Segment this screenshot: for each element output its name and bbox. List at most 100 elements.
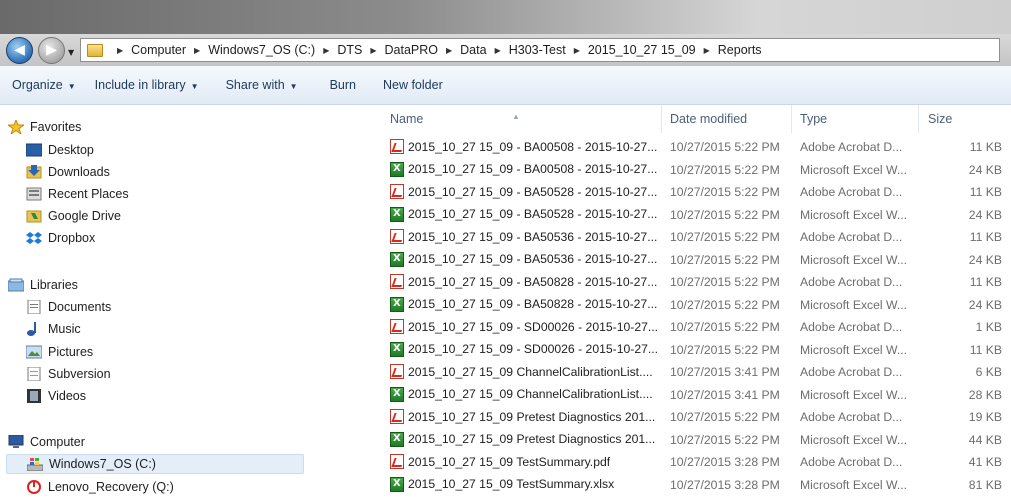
breadcrumb-item[interactable]: Computer: [131, 43, 186, 57]
column-size[interactable]: Size: [928, 112, 952, 126]
file-size: 19 KB: [968, 410, 1002, 424]
file-row[interactable]: 2015_10_27 15_09 ChannelCalibrationList.…: [376, 361, 1011, 383]
file-size: 11 KB: [969, 342, 1002, 357]
breadcrumb-item[interactable]: Windows7_OS (C:): [208, 43, 315, 57]
breadcrumb-separator-icon[interactable]: ▶: [117, 46, 123, 55]
nav-desktop[interactable]: Desktop: [25, 140, 94, 160]
navigation-pane: Favorites Desktop Downloads Recent Place…: [0, 105, 376, 502]
file-row[interactable]: 2015_10_27 15_09 - BA50828 - 2015-10-27.…: [376, 294, 1011, 316]
file-row[interactable]: 2015_10_27 15_09 - BA00508 - 2015-10-27.…: [376, 159, 1011, 181]
breadcrumb-item[interactable]: Reports: [718, 43, 762, 57]
file-name-cell[interactable]: 2015_10_27 15_09 - BA50536 - 2015-10-27.…: [390, 251, 657, 267]
burn-button[interactable]: Burn: [330, 78, 356, 92]
file-name-cell[interactable]: 2015_10_27 15_09 - BA00508 - 2015-10-27.…: [390, 139, 657, 154]
nav-libraries[interactable]: Libraries: [7, 275, 78, 295]
file-name-cell[interactable]: 2015_10_27 15_09 - BA50828 - 2015-10-27.…: [390, 296, 657, 312]
file-type: Microsoft Excel W...: [800, 342, 907, 357]
file-name-cell[interactable]: 2015_10_27 15_09 - BA50528 - 2015-10-27.…: [390, 206, 657, 222]
file-name-cell[interactable]: 2015_10_27 15_09 ChannelCalibrationList.…: [390, 386, 653, 402]
file-row[interactable]: 2015_10_27 15_09 - SD00026 - 2015-10-27.…: [376, 316, 1011, 338]
file-type: Adobe Acrobat D...: [800, 320, 903, 334]
nav-favorites[interactable]: Favorites: [6, 117, 81, 137]
breadcrumb-separator-icon[interactable]: ▶: [495, 46, 501, 55]
file-name-cell[interactable]: 2015_10_27 15_09 TestSummary.pdf: [390, 454, 610, 469]
nav-music[interactable]: Music: [26, 319, 81, 339]
column-name[interactable]: Name: [390, 112, 423, 126]
recovery-drive-icon: [26, 480, 42, 494]
breadcrumb-item[interactable]: DataPRO: [385, 43, 439, 57]
file-name: 2015_10_27 15_09 TestSummary.xlsx: [408, 477, 615, 491]
nav-drive-q[interactable]: Lenovo_Recovery (Q:): [26, 477, 174, 497]
file-name-cell[interactable]: 2015_10_27 15_09 TestSummary.xlsx: [390, 476, 615, 492]
file-row[interactable]: 2015_10_27 15_09 TestSummary.pdf 10/27/20…: [376, 451, 1011, 473]
file-size: 1 KB: [975, 320, 1002, 334]
excel-file-icon: [390, 341, 404, 357]
file-name-cell[interactable]: 2015_10_27 15_09 Pretest Diagnostics 201…: [390, 409, 655, 424]
file-row[interactable]: 2015_10_27 15_09 - SD00026 - 2015-10-27.…: [376, 339, 1011, 361]
breadcrumb-item[interactable]: H303-Test: [509, 43, 566, 57]
breadcrumb-separator-icon[interactable]: ▶: [574, 46, 580, 55]
new-folder-button[interactable]: New folder: [383, 78, 443, 92]
file-name-cell[interactable]: 2015_10_27 15_09 - SD00026 - 2015-10-27.…: [390, 341, 658, 357]
breadcrumb-item[interactable]: 2015_10_27 15_09: [588, 43, 696, 57]
recent-pages-dropdown-icon[interactable]: ▼: [68, 48, 74, 57]
share-with-button[interactable]: Share with ▼: [226, 78, 298, 92]
nav-pictures[interactable]: Pictures: [25, 342, 93, 362]
file-row[interactable]: 2015_10_27 15_09 - BA00508 - 2015-10-27.…: [376, 136, 1011, 158]
file-row[interactable]: 2015_10_27 15_09 - BA50536 - 2015-10-27.…: [376, 226, 1011, 248]
file-row[interactable]: 2015_10_27 15_09 Pretest Diagnostics 201…: [376, 406, 1011, 428]
nav-subversion[interactable]: Subversion: [26, 364, 111, 384]
nav-videos[interactable]: Videos: [26, 386, 86, 406]
nav-recent-places[interactable]: Recent Places: [26, 184, 129, 204]
nav-dropbox[interactable]: Dropbox: [26, 228, 95, 248]
file-size: 44 KB: [968, 432, 1002, 447]
file-date-modified: 10/27/2015 3:41 PM: [670, 387, 780, 402]
file-name-cell[interactable]: 2015_10_27 15_09 - BA50828 - 2015-10-27.…: [390, 274, 657, 289]
file-row[interactable]: 2015_10_27 15_09 - BA50528 - 2015-10-27.…: [376, 181, 1011, 203]
column-type[interactable]: Type: [800, 112, 827, 126]
back-button[interactable]: ◀: [6, 37, 33, 64]
breadcrumb-separator-icon[interactable]: ▶: [323, 46, 329, 55]
downloads-folder-icon: [26, 165, 42, 179]
file-row[interactable]: 2015_10_27 15_09 - BA50528 - 2015-10-27.…: [376, 204, 1011, 226]
file-name-cell[interactable]: 2015_10_27 15_09 - SD00026 - 2015-10-27.…: [390, 319, 658, 334]
file-row[interactable]: 2015_10_27 15_09 Pretest Diagnostics 201…: [376, 429, 1011, 451]
nav-documents[interactable]: Documents: [26, 297, 111, 317]
breadcrumb-item[interactable]: Data: [460, 43, 486, 57]
file-size: 11 KB: [969, 275, 1002, 289]
nav-drive-c[interactable]: Windows7_OS (C:): [6, 454, 304, 474]
file-name-cell[interactable]: 2015_10_27 15_09 - BA00508 - 2015-10-27.…: [390, 161, 657, 177]
file-row[interactable]: 2015_10_27 15_09 ChannelCalibrationList.…: [376, 384, 1011, 406]
column-divider[interactable]: [791, 105, 792, 133]
breadcrumb-separator-icon[interactable]: ▶: [446, 46, 452, 55]
file-size: 11 KB: [969, 140, 1002, 154]
nav-downloads[interactable]: Downloads: [26, 162, 110, 182]
breadcrumb-separator-icon[interactable]: ▶: [370, 46, 376, 55]
include-in-library-button[interactable]: Include in library ▼: [95, 78, 199, 92]
file-row[interactable]: 2015_10_27 15_09 - BA50828 - 2015-10-27.…: [376, 271, 1011, 293]
recent-places-icon: [26, 187, 42, 201]
nav-computer[interactable]: Computer: [8, 432, 85, 452]
file-name: 2015_10_27 15_09 Pretest Diagnostics 201…: [408, 409, 656, 424]
nav-google-drive[interactable]: Google Drive: [26, 206, 121, 226]
column-divider[interactable]: [661, 105, 662, 133]
breadcrumb-separator-icon[interactable]: ▶: [194, 46, 200, 55]
file-name: 2015_10_27 15_09 ChannelCalibrationList.…: [408, 387, 653, 401]
file-name-cell[interactable]: 2015_10_27 15_09 Pretest Diagnostics 201…: [390, 431, 655, 447]
file-name-cell[interactable]: 2015_10_27 15_09 ChannelCalibrationList.…: [390, 364, 653, 379]
breadcrumb-item[interactable]: DTS: [337, 43, 362, 57]
breadcrumb-separator-icon[interactable]: ▶: [704, 46, 710, 55]
file-name-cell[interactable]: 2015_10_27 15_09 - BA50536 - 2015-10-27.…: [390, 229, 657, 244]
organize-button[interactable]: Organize ▼: [12, 78, 76, 92]
file-row[interactable]: 2015_10_27 15_09 - BA50536 - 2015-10-27.…: [376, 249, 1011, 271]
file-row[interactable]: 2015_10_27 15_09 TestSummary.xlsx 10/27/2…: [376, 474, 1011, 496]
command-toolbar: Organize ▼ Include in library ▼ Share with…: [0, 66, 1011, 105]
file-date-modified: 10/27/2015 3:28 PM: [670, 455, 780, 469]
column-divider[interactable]: [918, 105, 919, 133]
forward-button[interactable]: ▶: [38, 37, 65, 64]
file-name-cell[interactable]: 2015_10_27 15_09 - BA50528 - 2015-10-27.…: [390, 184, 657, 199]
file-name: 2015_10_27 15_09 - SD00026 - 2015-10-27.…: [408, 319, 659, 334]
file-type: Adobe Acrobat D...: [800, 275, 903, 289]
column-date-modified[interactable]: Date modified: [670, 112, 747, 126]
address-bar[interactable]: ▶ Computer ▶ Windows7_OS (C:) ▶ DTS ▶ DataPRO ▶ D…: [80, 38, 1000, 62]
